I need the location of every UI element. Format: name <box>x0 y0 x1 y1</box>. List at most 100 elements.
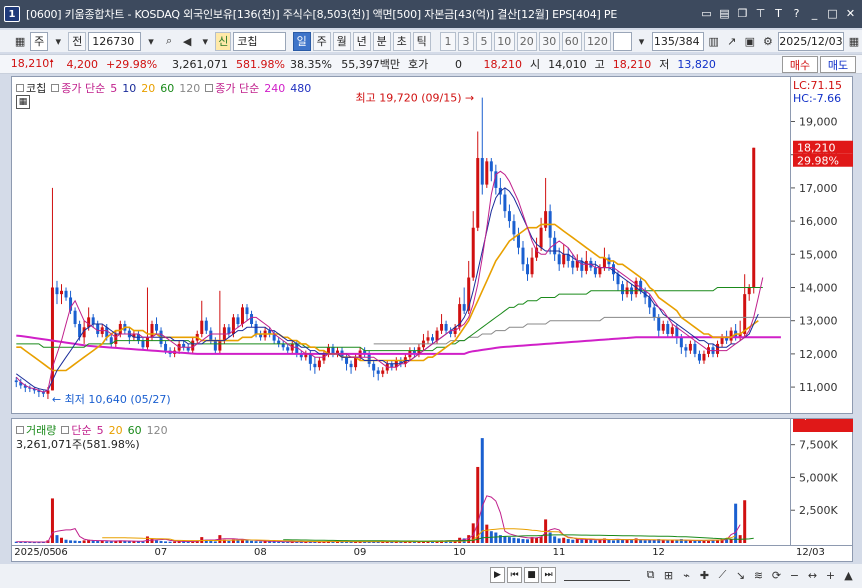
minimize-icon[interactable]: _ <box>807 5 822 22</box>
date-field[interactable]: 2025/12/03 <box>777 31 844 51</box>
period-button-tick[interactable]: 틱 <box>412 31 431 51</box>
trend-tool-icon[interactable]: ↗ <box>724 32 740 51</box>
save-icon[interactable]: ▣ <box>742 32 758 51</box>
help-icon[interactable]: ? <box>789 5 804 22</box>
fib-icon[interactable]: ≋ <box>751 567 766 583</box>
sell-button[interactable]: 매도 <box>820 56 856 73</box>
interval-button-10[interactable]: 10 <box>493 31 515 51</box>
period-button-minute[interactable]: 분 <box>372 31 391 51</box>
current-price: 18,210🠕 <box>0 55 58 74</box>
zoom-bars-icon[interactable]: ▥ <box>706 32 722 51</box>
interval-dropdown-icon[interactable]: ▾ <box>634 32 650 51</box>
candle-body <box>236 317 240 325</box>
cursor-icon[interactable]: ↘ <box>733 567 748 583</box>
hc-value: HC:-7.66 <box>793 92 842 105</box>
price-legend: 코칩 종가 단순 5 10 20 60 120 종가 단순 240 480 <box>16 80 311 96</box>
period-button-second[interactable]: 초 <box>392 31 411 51</box>
candle-body <box>611 264 615 275</box>
period-button-week[interactable]: 주 <box>312 31 331 51</box>
candle-body <box>670 327 674 334</box>
zoom-out-icon[interactable]: − <box>787 567 802 583</box>
copy-icon[interactable]: ⧉ <box>643 567 658 583</box>
trend-line-icon[interactable]: ⟋ <box>715 567 730 583</box>
checkbox-icon <box>205 84 214 92</box>
restore-icon[interactable]: ❐ <box>735 5 750 22</box>
chevron-down-icon[interactable]: ▾ <box>50 32 66 51</box>
dock-icon[interactable]: ▤ <box>717 5 732 22</box>
restore-chart-icon[interactable]: ↔ <box>805 567 820 583</box>
scroll-end-icon[interactable]: ⏭ <box>541 567 556 583</box>
calendar-icon[interactable]: ▦ <box>846 32 862 51</box>
candle-body <box>521 247 525 265</box>
interval-button-20[interactable]: 20 <box>516 31 538 51</box>
crosshair-icon[interactable]: ✚ <box>697 567 712 583</box>
legend-ma[interactable]: 종가 단순 <box>51 80 105 96</box>
interval-button-3[interactable]: 3 <box>457 31 474 51</box>
price-change: 4,200 <box>66 57 99 71</box>
maximize-icon[interactable]: □ <box>825 5 840 22</box>
price-chart-panel[interactable]: 최고 19,720 (09/15) → ← 최저 10,640 (05/27) 코… <box>11 76 791 414</box>
stop-icon[interactable]: ■ <box>524 567 539 583</box>
candle-body <box>593 267 597 275</box>
close-icon[interactable]: ✕ <box>843 5 858 22</box>
chart-type-icon[interactable]: ⌁ <box>679 567 694 583</box>
volume-pct: 581.98% <box>236 57 285 71</box>
interval-button-60[interactable]: 60 <box>561 31 583 51</box>
stock-code-input[interactable]: 126730 <box>88 31 141 51</box>
period-button-day[interactable]: 일 <box>292 31 311 51</box>
font-icon[interactable]: T <box>771 5 786 22</box>
window-number-badge[interactable]: 1 <box>4 6 20 22</box>
volume-bar <box>245 540 249 543</box>
zoom-scrollbar[interactable] <box>564 570 630 581</box>
date-label: 11 <box>552 547 566 558</box>
new-button[interactable]: 신 <box>215 31 232 51</box>
quote-label: 호가 <box>408 58 429 71</box>
chevron-down-small-icon[interactable]: ▾ <box>197 32 213 51</box>
scroll-up-icon[interactable]: ▲ <box>841 567 856 583</box>
prev-button[interactable]: 전 <box>68 31 87 51</box>
pin-icon[interactable]: ⊤ <box>753 5 768 22</box>
interval-button-1[interactable]: 1 <box>439 31 456 51</box>
layout-icon[interactable]: ⊞ <box>661 567 676 583</box>
candle-body <box>688 343 692 351</box>
interval-button-30[interactable]: 30 <box>539 31 560 51</box>
checkbox-icon <box>16 426 24 434</box>
period-button-year[interactable]: 년 <box>352 31 371 51</box>
legend-ma60: 60 <box>160 81 175 95</box>
volume-bar <box>598 540 602 543</box>
legend-stock[interactable]: 코칩 <box>16 80 46 96</box>
speaker-icon[interactable]: ◀ <box>179 32 195 51</box>
custom-interval-input[interactable] <box>612 31 632 51</box>
buy-button[interactable]: 매수 <box>782 56 818 73</box>
volume-bar <box>607 539 611 543</box>
gear-icon[interactable]: ⚙ <box>760 32 776 51</box>
code-dropdown-icon[interactable]: ▾ <box>143 32 159 51</box>
list-icon[interactable]: ▦ <box>12 32 28 51</box>
legend-ma-long[interactable]: 종가 단순 <box>205 80 259 96</box>
zoom-in-icon[interactable]: + <box>823 567 838 583</box>
candle-body <box>60 290 64 295</box>
scroll-right-icon[interactable]: ▶ <box>490 567 505 583</box>
volume-bar <box>512 537 516 543</box>
price-tick-label: 13,000 <box>799 315 838 328</box>
scroll-first-icon[interactable]: ⏮ <box>507 567 522 583</box>
volume-chart-panel[interactable]: 거래량 단순 5 20 60 120 3,261,071주(581.98%) <box>11 418 791 546</box>
volume-bar <box>625 539 629 543</box>
candle-body <box>752 147 756 288</box>
candle-body <box>245 307 249 315</box>
search-icon[interactable]: ⌕ <box>161 32 177 51</box>
volume-bar <box>535 537 539 543</box>
price-tick-label: 16,000 <box>799 215 838 228</box>
table-view-icon[interactable]: ▦ <box>16 95 30 109</box>
period-type-select[interactable]: 주 <box>30 31 49 51</box>
period-button-month[interactable]: 월 <box>332 31 351 51</box>
volume-bar <box>96 541 100 543</box>
rotate-icon[interactable]: ⟳ <box>769 567 784 583</box>
interval-button-120[interactable]: 120 <box>584 31 611 51</box>
legend-ma5: 5 <box>110 81 118 95</box>
candle-body <box>616 274 620 285</box>
candle-body <box>471 227 475 278</box>
interval-button-5[interactable]: 5 <box>475 31 492 51</box>
last-volume-pct: 581.98% <box>797 419 846 422</box>
screen-icon[interactable]: ▭ <box>699 5 714 22</box>
